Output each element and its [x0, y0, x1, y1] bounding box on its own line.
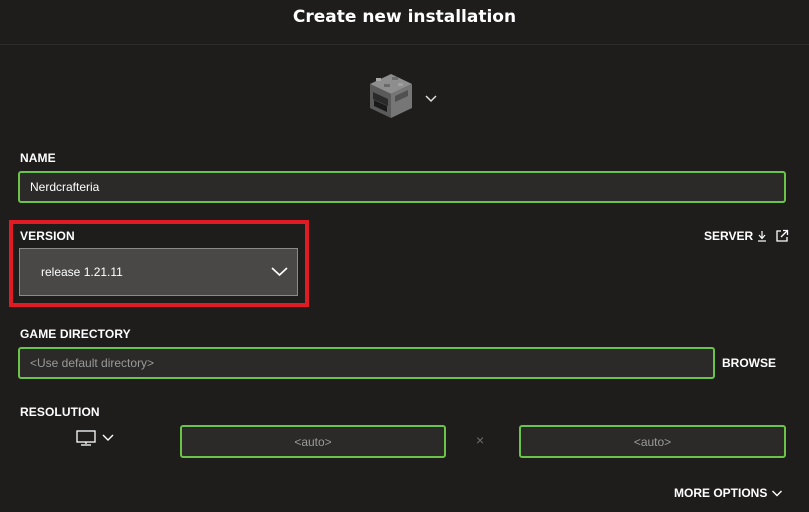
chevron-down-icon: [772, 490, 783, 496]
chevron-down-icon: [102, 434, 114, 441]
installation-icon-picker[interactable]: [368, 72, 438, 120]
name-field[interactable]: Nerdcrafteria: [18, 171, 786, 203]
dialog-header: Create new installation: [0, 0, 809, 45]
furnace-block-icon: [370, 74, 412, 118]
more-options-label: MORE OPTIONS: [674, 486, 768, 500]
browse-label: BROWSE: [722, 356, 776, 370]
resolution-separator: ×: [476, 432, 485, 448]
game-directory-input[interactable]: <Use default directory>: [18, 347, 715, 379]
game-directory-placeholder: <Use default directory>: [30, 356, 155, 370]
resolution-height-input[interactable]: <auto>: [519, 425, 786, 458]
version-highlight-box: [9, 220, 309, 307]
server-label: SERVER: [704, 229, 754, 243]
external-link-icon: [776, 229, 789, 242]
server-download-link[interactable]: SERVER: [704, 229, 789, 243]
download-icon: [758, 231, 767, 242]
name-value: Nerdcrafteria: [30, 180, 100, 194]
resolution-label: RESOLUTION: [20, 405, 100, 419]
more-options-toggle[interactable]: MORE OPTIONS: [674, 486, 783, 500]
resolution-preset-dropdown[interactable]: [76, 430, 115, 446]
resolution-width-input[interactable]: <auto>: [180, 425, 446, 458]
resolution-height-placeholder: <auto>: [633, 434, 672, 449]
chevron-down-icon: [425, 95, 437, 103]
resolution-width-placeholder: <auto>: [294, 434, 332, 449]
browse-button[interactable]: BROWSE: [722, 356, 776, 370]
game-directory-label: GAME DIRECTORY: [20, 327, 131, 341]
page-title: Create new installation: [292, 7, 517, 27]
name-label: NAME: [20, 151, 56, 165]
monitor-icon: [76, 430, 96, 446]
